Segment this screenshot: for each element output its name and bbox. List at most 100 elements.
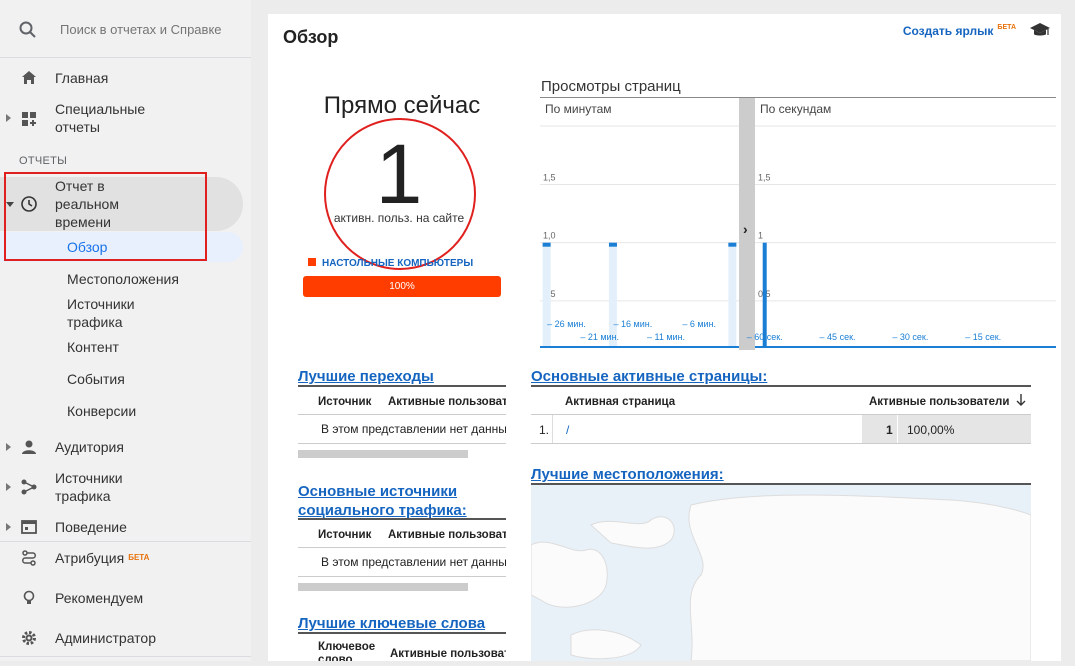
home-icon xyxy=(20,69,38,90)
sidebar-item-home[interactable]: Главная xyxy=(0,68,251,88)
pageviews-title: Просмотры страниц xyxy=(541,78,681,95)
social-title[interactable]: Основные источники социального трафика: xyxy=(298,482,498,520)
sidebar-item-custom-reports[interactable]: Специальные отчеты xyxy=(0,100,251,136)
locations-map[interactable] xyxy=(530,483,1032,662)
create-shortcut-link[interactable]: Создать ярлык БЕТА xyxy=(903,24,1016,38)
device-share-bar: 100% xyxy=(303,276,501,297)
sidebar-item-behavior[interactable]: Поведение xyxy=(0,517,251,537)
x-tick-label: – 26 мин. xyxy=(547,319,586,329)
sidebar-subitem-content[interactable]: Контент xyxy=(67,338,119,356)
sidebar-item-audience[interactable]: Аудитория xyxy=(0,437,251,457)
seconds-x-labels: – 60 сек. – 45 сек. – 30 сек. – 15 сек. xyxy=(747,332,1001,342)
divider xyxy=(0,656,251,657)
y-tick-label: 1 xyxy=(758,231,763,241)
page-title: Обзор xyxy=(283,27,339,47)
bar xyxy=(542,242,551,247)
y-tick-label: 1,5 xyxy=(758,173,771,183)
sidebar-item-label: Атрибуция БЕТА xyxy=(55,549,149,567)
x-tick-label: – 60 сек. xyxy=(747,332,783,342)
academy-icon[interactable] xyxy=(1029,21,1051,44)
column-header[interactable]: Активные пользователи xyxy=(390,648,506,660)
legend-swatch xyxy=(308,258,316,266)
divider xyxy=(531,443,1031,444)
keywords-table: Ключевое слово Активные пользователи xyxy=(298,634,506,661)
search-icon[interactable] xyxy=(18,20,38,45)
sidebar-item-label: Администратор xyxy=(55,630,157,646)
divider xyxy=(298,576,506,577)
beta-badge: БЕТА xyxy=(997,24,1016,31)
column-header[interactable]: Активная страница xyxy=(565,396,675,408)
sidebar-item-label: Рекомендуем xyxy=(55,590,144,606)
horizontal-scrollbar[interactable] xyxy=(298,583,468,591)
minutes-bars xyxy=(542,242,737,347)
y-tick-label: 1,0 xyxy=(543,231,556,241)
sidebar-item-recommend[interactable]: Рекомендуем xyxy=(0,588,251,608)
device-legend: НАСТОЛЬНЫЕ КОМПЬЮТЕРЫ xyxy=(308,258,473,269)
sidebar-item-label: Источники трафика xyxy=(55,470,123,504)
caret-right-icon xyxy=(6,523,11,531)
bar-shadow xyxy=(542,242,551,347)
shortcut-label: Создать ярлык xyxy=(902,24,994,38)
page-link[interactable]: / xyxy=(566,423,569,437)
sidebar-subitem-traffic-sources[interactable]: Источники трафика xyxy=(67,295,157,331)
bar xyxy=(728,242,737,247)
horizontal-scrollbar[interactable] xyxy=(298,450,468,458)
lightbulb-icon xyxy=(20,589,38,610)
person-icon xyxy=(20,438,38,459)
column-header[interactable]: Ключевое слово xyxy=(318,641,382,661)
x-tick-label: – 6 мин. xyxy=(682,319,716,329)
sidebar-subitem-locations[interactable]: Местоположения xyxy=(67,270,179,288)
referrals-title[interactable]: Лучшие переходы xyxy=(298,368,434,385)
column-header[interactable]: Активные пользователи xyxy=(388,529,506,541)
locations-title[interactable]: Лучшие местоположения: xyxy=(531,466,724,483)
gridlines xyxy=(540,184,1056,302)
sidebar-subitem-conversions[interactable]: Конверсии xyxy=(67,402,136,420)
minutes-panel-label: По минутам xyxy=(545,102,612,116)
top-pages-title[interactable]: Основные активные страницы: xyxy=(531,368,767,385)
minutes-x-labels: – 26 мин. – 21 мин. – 16 мин. – 11 мин. – 6 … xyxy=(547,319,716,342)
sidebar-item-label: Аудитория xyxy=(55,439,124,455)
acquisition-icon xyxy=(20,478,38,499)
sidebar-item-acquisition[interactable]: Источники трафика xyxy=(0,469,251,505)
caret-right-icon xyxy=(6,114,11,122)
row-percent: 100,00% xyxy=(907,423,955,437)
divider xyxy=(298,443,506,444)
column-header[interactable]: Активные пользователи xyxy=(388,396,506,408)
column-header[interactable]: Источник xyxy=(318,396,371,408)
table-row[interactable]: 1. / 1 100,00% xyxy=(531,415,1031,443)
empty-message: В этом представлении нет данных. xyxy=(321,555,506,569)
search-bar xyxy=(0,0,251,58)
sidebar-item-admin[interactable]: Администратор xyxy=(0,628,251,648)
x-tick-label: – 45 сек. xyxy=(820,332,856,342)
row-number: 1. xyxy=(539,423,550,437)
x-tick-label: – 11 мин. xyxy=(647,332,685,342)
sidebar-item-label: Специальные отчеты xyxy=(55,101,146,135)
pageviews-chart: По минутам По секундам › 1,51,00,5 1,510… xyxy=(540,98,1056,350)
sort-arrow-icon[interactable] xyxy=(1015,393,1027,410)
caret-right-icon xyxy=(6,443,11,451)
keywords-title[interactable]: Лучшие ключевые слова xyxy=(298,615,485,632)
caret-right-icon xyxy=(6,483,11,491)
highlight-box xyxy=(4,172,207,261)
search-input[interactable] xyxy=(60,19,225,39)
column-header[interactable]: Активные пользователи xyxy=(869,396,1009,408)
x-tick-label: – 16 мин. xyxy=(614,319,653,329)
top-pages-table: Активная страница Активные пользователи … xyxy=(531,387,1031,444)
world-map xyxy=(530,494,1032,662)
sidebar-subitem-events[interactable]: События xyxy=(67,370,125,388)
sidebar-item-attribution[interactable]: Атрибуция БЕТА xyxy=(0,548,251,568)
divider xyxy=(298,547,506,548)
column-header[interactable]: Источник xyxy=(318,529,371,541)
y-tick-label: 1,5 xyxy=(543,173,556,183)
divider xyxy=(0,541,251,542)
behavior-icon xyxy=(20,518,38,539)
row-users: 1 xyxy=(886,423,893,437)
gear-icon xyxy=(20,629,38,650)
attribution-label: Атрибуция xyxy=(55,550,125,566)
chevron-right-icon[interactable]: › xyxy=(743,221,748,237)
bar xyxy=(608,242,617,247)
highlight-circle xyxy=(324,118,476,270)
main-panel: Обзор Создать ярлык БЕТА Прямо сейчас 1 а… xyxy=(268,14,1061,662)
divider xyxy=(298,414,506,415)
attribution-icon xyxy=(20,549,38,570)
